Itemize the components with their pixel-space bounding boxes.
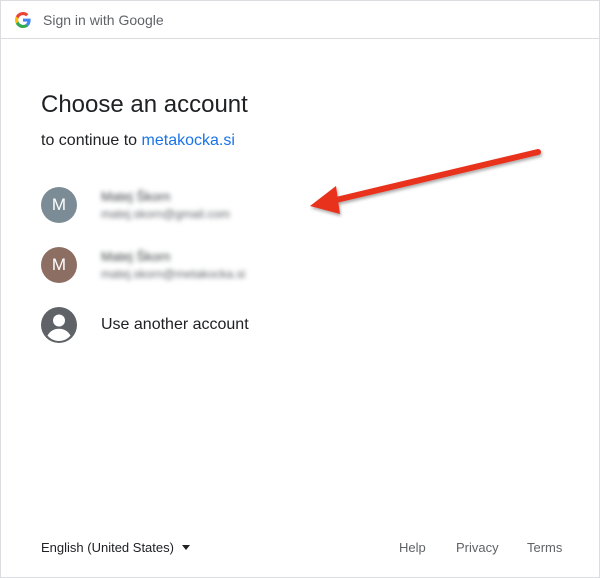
account-name: Matej Škorn <box>101 249 171 264</box>
chevron-down-icon <box>181 545 190 550</box>
header-title: Sign in with Google <box>43 12 164 28</box>
privacy-link[interactable]: Privacy <box>456 540 499 555</box>
account-item-1[interactable]: M Matej Škorn matej.skorn@gmail.com <box>41 183 561 227</box>
account-details: Matej Škorn matej.skorn@metakocka.si <box>101 249 245 281</box>
account-circle-icon <box>41 307 77 343</box>
account-email: matej.skorn@metakocka.si <box>101 267 246 281</box>
account-email: matej.skorn@gmail.com <box>101 207 230 221</box>
use-another-account-label: Use another account <box>101 316 249 333</box>
language-selector[interactable]: English (United States) <box>41 540 190 555</box>
help-link[interactable]: Help <box>399 540 426 555</box>
account-name: Matej Škorn <box>101 189 171 204</box>
page-title: Choose an account <box>41 91 248 118</box>
account-item-2[interactable]: M Matej Škorn matej.skorn@metakocka.si <box>41 243 561 287</box>
language-label: English (United States) <box>41 540 174 555</box>
site-link[interactable]: metakocka.si <box>142 132 235 149</box>
dialog-header: Sign in with Google <box>1 1 599 39</box>
terms-link[interactable]: Terms <box>527 540 562 555</box>
continue-to-label: to continue to <box>41 132 142 149</box>
use-another-account-button[interactable]: Use another account <box>41 303 561 347</box>
avatar: M <box>41 187 77 223</box>
avatar: M <box>41 247 77 283</box>
google-g-icon <box>15 12 31 28</box>
footer: English (United States) Help Privacy Ter… <box>1 537 599 559</box>
signin-dialog: Sign in with Google Choose an account to… <box>0 0 600 578</box>
continue-to-line: to continue to metakocka.si <box>41 132 235 150</box>
account-details: Matej Škorn matej.skorn@gmail.com <box>101 189 230 221</box>
